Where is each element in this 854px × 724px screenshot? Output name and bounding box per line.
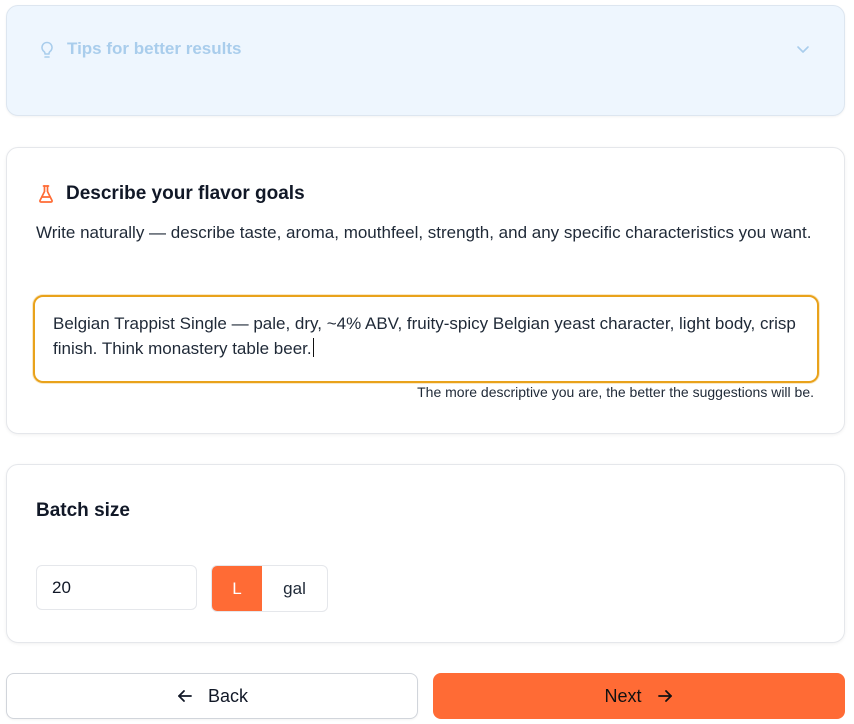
chevron-down-icon[interactable]	[795, 41, 811, 57]
next-button[interactable]: Next	[433, 673, 845, 719]
flavor-goals-textarea[interactable]: Belgian Trappist Single — pale, dry, ~4%…	[33, 295, 819, 383]
arrow-left-icon	[178, 690, 192, 702]
batch-size-title: Batch size	[36, 500, 130, 521]
text-cursor	[312, 338, 314, 357]
tips-panel[interactable]: Tips for better results	[6, 5, 845, 116]
tips-title: Tips for better results	[67, 39, 242, 58]
lightbulb-icon	[41, 41, 53, 58]
flavor-goals-card: Describe your flavor goals Write natural…	[6, 147, 845, 434]
unit-toggle: L gal	[211, 565, 328, 612]
batch-size-card: Batch size 20 L gal	[6, 464, 845, 643]
flavor-goals-text: Belgian Trappist Single — pale, dry, ~4%…	[53, 314, 796, 358]
unit-liters-option[interactable]: L	[212, 566, 262, 611]
flavor-goals-helper-text: The more descriptive you are, the better…	[417, 384, 814, 400]
flavor-goals-title: Describe your flavor goals	[66, 183, 305, 204]
back-button[interactable]: Back	[6, 673, 418, 719]
arrow-right-icon	[657, 690, 672, 702]
batch-size-input[interactable]: 20	[36, 565, 197, 610]
unit-gallons-option[interactable]: gal	[262, 566, 327, 611]
flask-icon	[39, 185, 53, 203]
next-button-label: Next	[604, 685, 642, 706]
back-button-label: Back	[207, 685, 249, 706]
flavor-goals-description: Write naturally — describe taste, aroma,…	[36, 223, 812, 242]
